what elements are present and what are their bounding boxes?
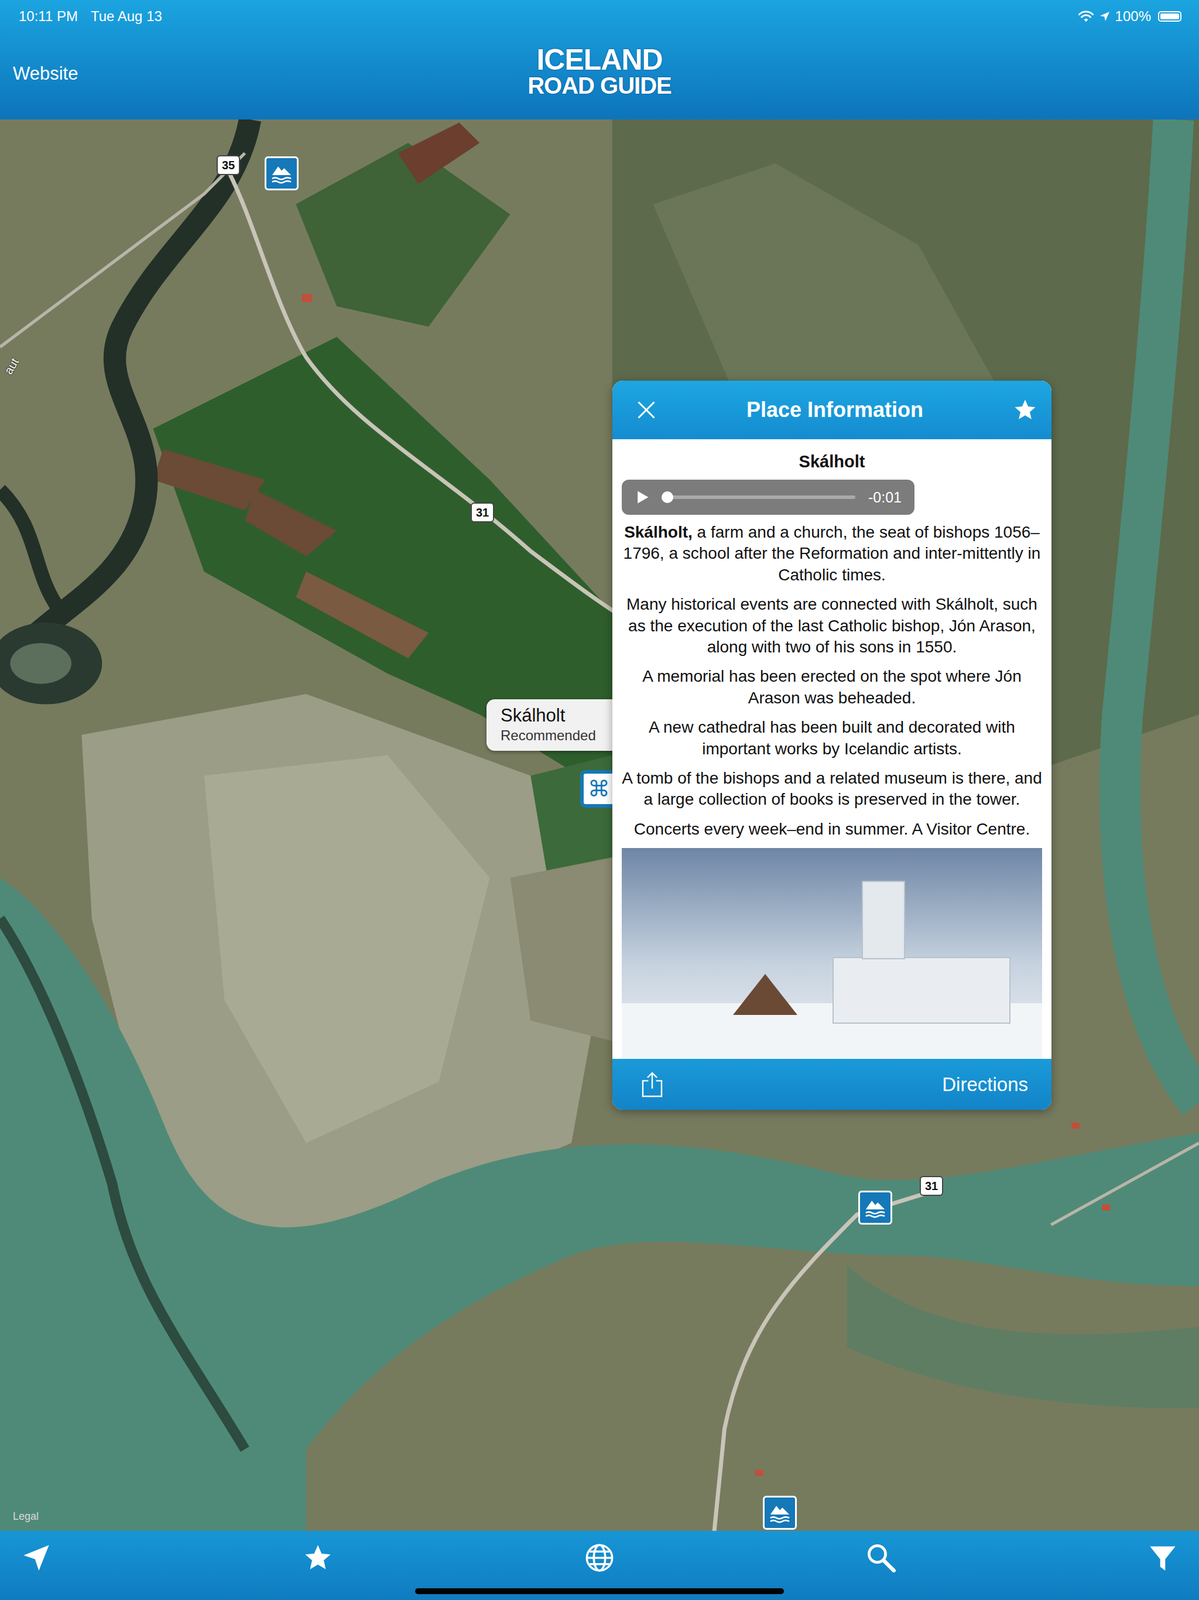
place-name: Skálholt <box>799 451 866 472</box>
audio-knob[interactable] <box>661 491 674 503</box>
battery-percent: 100% <box>1115 8 1151 25</box>
nature-pin[interactable] <box>858 1190 893 1225</box>
description-paragraph: Many historical events are connected wit… <box>621 593 1043 658</box>
status-time: 10:11 PM <box>18 8 78 25</box>
description-paragraph: A new cathedral has been built and decor… <box>621 716 1043 760</box>
popup-header: Place Information <box>612 380 1052 440</box>
landmark-icon: ⌘ <box>587 777 611 800</box>
place-info-popup: Place Information Skálholt-0:01 Skálholt, … <box>612 380 1052 1110</box>
status-bar: 10:11 PM Tue Aug 13 100% <box>0 0 1199 29</box>
website-button[interactable]: Website <box>12 59 78 88</box>
legal-link[interactable]: Legal <box>12 1509 39 1523</box>
nav-bar: Website ICELANDROAD GUIDE <box>0 28 1199 120</box>
location-services-icon <box>1098 10 1111 23</box>
directions-button[interactable]: Directions <box>941 1069 1029 1099</box>
nature-pin[interactable] <box>762 1495 797 1530</box>
favorites-star-icon[interactable] <box>302 1542 334 1573</box>
home-indicator <box>415 1587 784 1594</box>
place-photo <box>621 847 1043 1059</box>
play-icon[interactable] <box>634 489 650 505</box>
mountain-water-icon <box>862 1194 889 1221</box>
close-icon[interactable] <box>635 399 657 421</box>
popup-footer: Directions <box>612 1058 1052 1110</box>
wifi-icon <box>1077 9 1095 23</box>
description-paragraph: A memorial has been erected on the spot … <box>621 665 1043 709</box>
share-icon[interactable] <box>640 1070 664 1098</box>
app-logo: ICELANDROAD GUIDE <box>527 46 672 102</box>
landmark-pin[interactable]: ⌘ <box>581 771 616 806</box>
popup-body: Skálholt-0:01 Skálholt, a farm and a chur… <box>612 439 1052 1059</box>
route-shield: 31 <box>919 1175 944 1196</box>
mountain-water-icon <box>766 1499 793 1526</box>
nature-pin[interactable] <box>264 156 299 191</box>
description-paragraph: Skálholt, a farm and a church, the seat … <box>621 521 1043 586</box>
app-screen: 10:11 PM Tue Aug 13 100% Website ICELANDROAD… <box>0 0 1199 1600</box>
battery-icon <box>1158 11 1182 22</box>
description-paragraph: A tomb of the bishops and a related muse… <box>621 767 1043 811</box>
popup-title: Place Information <box>668 397 1002 423</box>
search-icon[interactable] <box>865 1542 897 1573</box>
favorite-star-icon[interactable] <box>1012 397 1038 423</box>
navigate-arrow-icon[interactable] <box>21 1542 52 1573</box>
globe-icon[interactable] <box>584 1542 615 1573</box>
status-date: Tue Aug 13 <box>90 8 163 25</box>
description-paragraph: Concerts every week–end in summer. A Vis… <box>634 818 1030 840</box>
audio-time: -0:01 <box>868 488 902 506</box>
mountain-water-icon <box>268 160 295 187</box>
audio-progress[interactable] <box>662 495 856 499</box>
route-shield: 31 <box>470 502 495 523</box>
route-shield: 35 <box>216 155 241 176</box>
top-bar: 10:11 PM Tue Aug 13 100% Website ICELANDROAD… <box>0 0 1199 120</box>
filter-icon[interactable] <box>1147 1542 1178 1573</box>
satellite-map[interactable]: aut353131SkálholtRecommended⌘LegalPlace … <box>0 119 1199 1531</box>
audio-player[interactable]: -0:01 <box>621 479 915 515</box>
tab-bar <box>0 1530 1199 1600</box>
